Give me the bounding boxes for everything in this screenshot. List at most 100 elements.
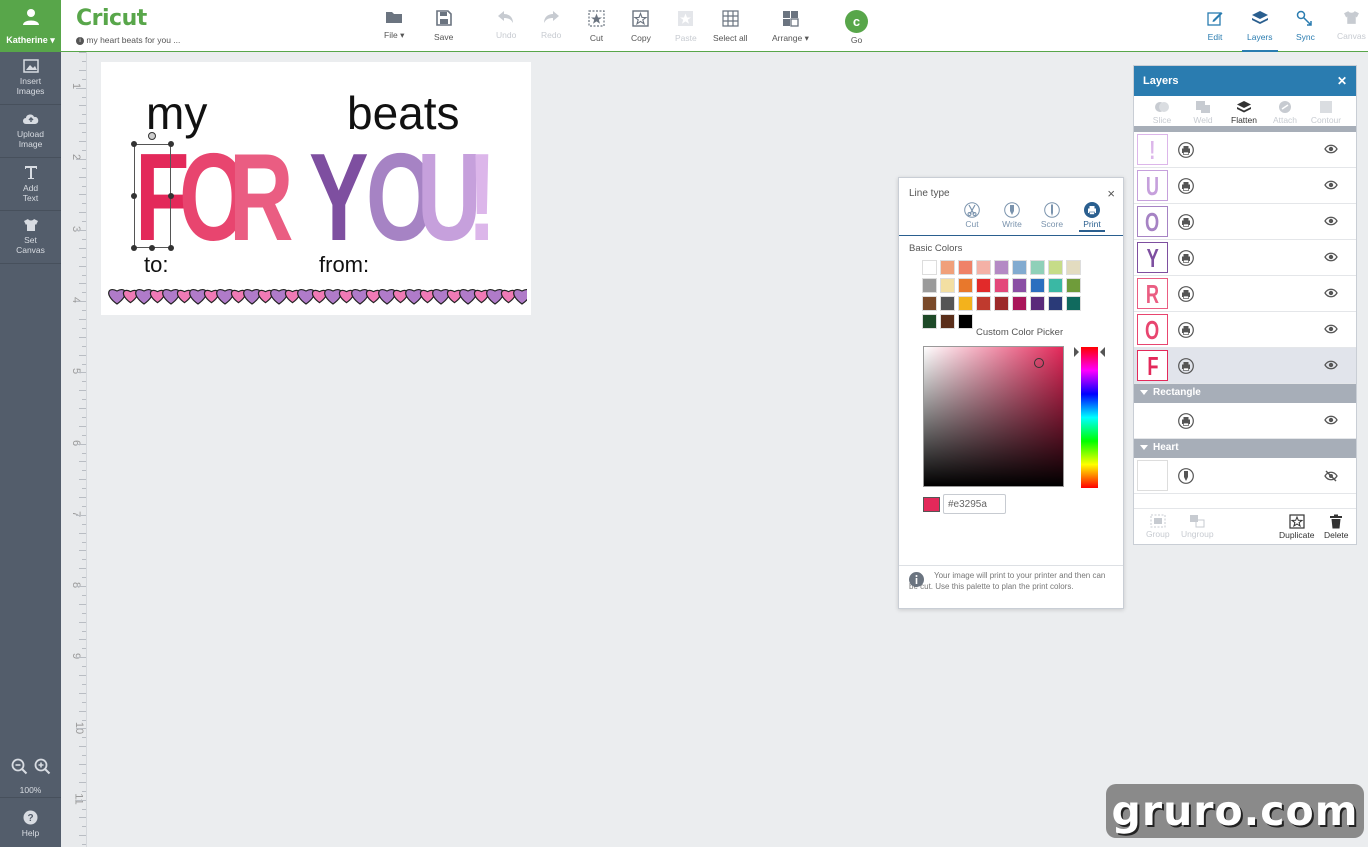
color-swatch[interactable] <box>922 260 937 275</box>
color-swatch[interactable] <box>1030 260 1045 275</box>
resize-handle[interactable] <box>131 245 137 251</box>
printer-icon[interactable] <box>1178 250 1194 266</box>
layer-row[interactable]: O <box>1134 204 1356 240</box>
arrange-menu-button[interactable]: Arrange ▾ <box>772 10 809 44</box>
letter-3[interactable]: R <box>229 136 293 260</box>
copy-button[interactable]: Copy <box>631 10 651 43</box>
weld-button[interactable]: Weld <box>1185 96 1221 127</box>
color-swatch[interactable] <box>1012 296 1027 311</box>
design-canvas[interactable]: my beats F O R Y O U! to: from: <box>101 62 531 315</box>
save-button[interactable]: Save <box>434 10 453 42</box>
layer-row[interactable]: R <box>1134 276 1356 312</box>
hue-slider[interactable] <box>1081 347 1098 488</box>
insert-images-button[interactable]: Insert Images <box>0 52 61 105</box>
undo-button[interactable]: Undo <box>496 10 516 40</box>
set-canvas-button[interactable]: Set Canvas <box>0 211 61 264</box>
eye-icon[interactable] <box>1324 324 1338 334</box>
color-swatch[interactable] <box>1030 296 1045 311</box>
eye-icon[interactable] <box>1324 180 1338 190</box>
edit-panel-button[interactable]: Edit <box>1207 10 1223 42</box>
layers-panel-button[interactable]: Layers <box>1242 10 1277 52</box>
color-swatch[interactable] <box>1066 296 1081 311</box>
color-swatch[interactable] <box>1048 260 1063 275</box>
cut-button[interactable]: Cut <box>588 10 605 43</box>
zoom-in-icon[interactable] <box>34 758 51 775</box>
printer-icon[interactable] <box>1178 214 1194 230</box>
color-swatch[interactable] <box>976 296 991 311</box>
hidden-eye-icon[interactable] <box>1324 470 1338 482</box>
add-text-button[interactable]: Add Text <box>0 158 61 211</box>
printer-icon[interactable] <box>1178 322 1194 338</box>
pen-icon[interactable] <box>1178 468 1194 484</box>
color-swatch[interactable] <box>1048 278 1063 293</box>
color-swatch[interactable] <box>1012 278 1027 293</box>
letter-7[interactable]: ! <box>467 136 497 260</box>
printer-icon[interactable] <box>1178 178 1194 194</box>
text-to[interactable]: to: <box>144 252 168 278</box>
group-header-heart[interactable]: Heart <box>1134 439 1356 458</box>
layer-row-heart[interactable] <box>1134 458 1356 494</box>
printer-icon[interactable] <box>1178 142 1194 158</box>
resize-handle[interactable] <box>168 245 174 251</box>
contour-button[interactable]: Contour <box>1308 96 1344 127</box>
saturation-value-picker[interactable] <box>923 346 1064 487</box>
zoom-out-icon[interactable] <box>11 758 28 775</box>
text-from[interactable]: from: <box>319 252 369 278</box>
eye-icon[interactable] <box>1324 415 1338 425</box>
delete-button[interactable]: Delete <box>1317 509 1357 544</box>
color-swatch[interactable] <box>994 260 1009 275</box>
color-swatch[interactable] <box>994 278 1009 293</box>
color-swatch[interactable] <box>958 314 973 329</box>
color-swatch[interactable] <box>922 278 937 293</box>
color-swatch[interactable] <box>958 260 973 275</box>
selection-box[interactable] <box>134 144 171 248</box>
group-header-rectangle[interactable]: Rectangle <box>1134 384 1356 403</box>
canvas-panel-button[interactable]: Canvas <box>1337 10 1366 41</box>
color-swatch[interactable] <box>1066 260 1081 275</box>
color-swatch[interactable] <box>940 260 955 275</box>
color-swatch[interactable] <box>994 296 1009 311</box>
color-swatch[interactable] <box>976 278 991 293</box>
color-swatch[interactable] <box>922 296 937 311</box>
resize-handle[interactable] <box>168 141 174 147</box>
color-swatch[interactable] <box>1066 278 1081 293</box>
tab-score[interactable]: Score <box>1039 202 1065 232</box>
ungroup-button[interactable]: Ungroup <box>1178 509 1218 544</box>
eye-icon[interactable] <box>1324 144 1338 154</box>
printer-icon[interactable] <box>1178 413 1194 429</box>
sync-panel-button[interactable]: Sync <box>1296 10 1315 42</box>
heart-border[interactable] <box>107 281 527 311</box>
color-swatch[interactable] <box>1012 260 1027 275</box>
color-swatch[interactable] <box>940 314 955 329</box>
hue-pointer-right[interactable] <box>1100 347 1105 357</box>
hue-pointer-left[interactable] <box>1074 347 1079 357</box>
slice-button[interactable]: Slice <box>1144 96 1180 127</box>
resize-handle[interactable] <box>168 193 174 199</box>
printer-icon[interactable] <box>1178 286 1194 302</box>
color-swatch[interactable] <box>958 296 973 311</box>
tab-write[interactable]: Write <box>999 202 1025 232</box>
go-button[interactable]: c Go <box>845 10 868 45</box>
color-swatch[interactable] <box>940 278 955 293</box>
close-icon[interactable]: ✕ <box>1337 74 1347 88</box>
project-name[interactable]: my heart beats for you ... <box>86 35 180 45</box>
duplicate-button[interactable]: Duplicate <box>1277 509 1317 544</box>
layer-row[interactable]: Y <box>1134 240 1356 276</box>
flatten-button[interactable]: Flatten <box>1226 96 1262 127</box>
group-button[interactable]: Group <box>1138 509 1178 544</box>
color-swatch[interactable] <box>922 314 937 329</box>
paste-button[interactable]: Paste <box>675 10 697 43</box>
close-icon[interactable]: × <box>1107 186 1115 201</box>
resize-handle[interactable] <box>131 193 137 199</box>
hex-color-input[interactable] <box>943 494 1006 514</box>
select-all-button[interactable]: Select all <box>713 10 748 43</box>
upload-image-button[interactable]: Upload Image <box>0 105 61 158</box>
color-swatch[interactable] <box>940 296 955 311</box>
file-menu-button[interactable]: File ▾ <box>384 10 404 41</box>
eye-icon[interactable] <box>1324 252 1338 262</box>
color-picker-cursor[interactable] <box>1034 358 1044 368</box>
printer-icon[interactable] <box>1178 358 1194 374</box>
layer-row[interactable]: F <box>1134 348 1356 384</box>
redo-button[interactable]: Redo <box>541 10 561 40</box>
tab-print[interactable]: Print <box>1079 202 1105 232</box>
